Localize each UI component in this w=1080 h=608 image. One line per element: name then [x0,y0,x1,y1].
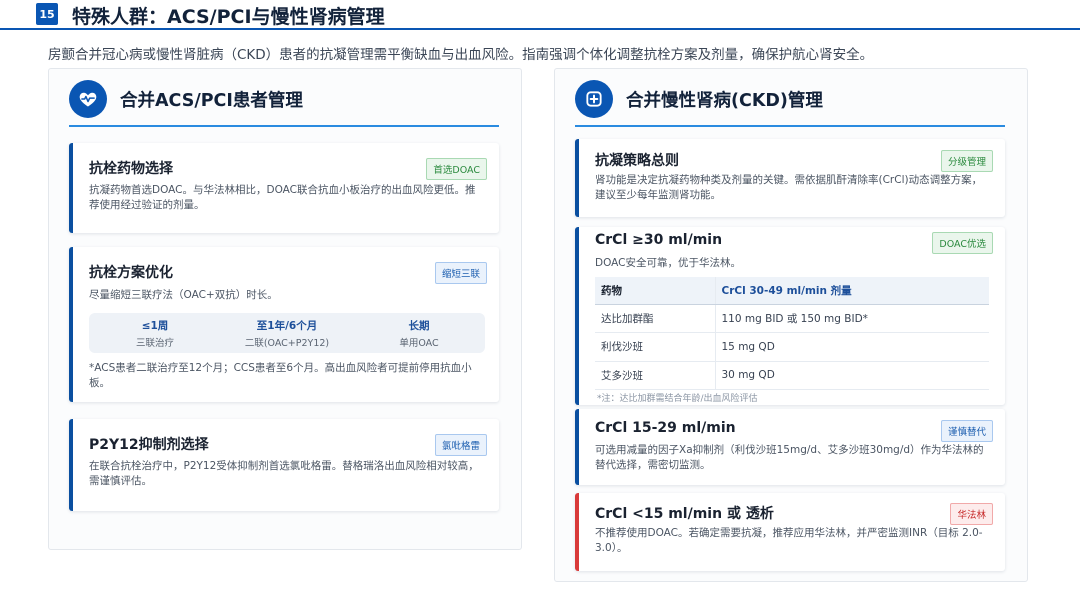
dose-cell: 110 mg BID 或 150 mg BID* [715,304,989,333]
page-number: 15 [36,3,58,25]
timeline-step: 长期 单用OAC [353,313,485,353]
card-text: 不推荐使用DOAC。若确定需要抗凝，推荐应用华法林，并严密监测INR（目标 2.… [595,527,983,554]
card-title: 抗凝策略总则 [595,153,679,169]
status-badge: 首选DOAC [426,158,487,180]
card-text: 可选用减量的因子Xa抑制剂（利伐沙班15mg/d、艾多沙班30mg/d）作为华法… [595,444,984,471]
card-footnote: *ACS患者二联治疗至12个月；CCS患者至6个月。高出血风险者可提前停用抗血小… [89,362,472,389]
column-header: 药物 [595,277,716,305]
slide-subtitle: 房颤合并冠心病或慢性肾脏病（CKD）患者的抗凝管理需平衡缺血与出血风险。指南强调… [48,47,874,63]
table-row: 利伐沙班 15 mg QD [595,332,989,362]
card-text: DOAC安全可靠，优于华法林。 [595,257,741,269]
dose-table: 药物 CrCl 30-49 ml/min 剂量 达比加群酯 110 mg BID… [595,277,989,390]
acs-pci-panel: 合并ACS/PCI患者管理 抗栓药物选择 首选DOAC 抗凝药物首选DOAC。与… [48,68,522,550]
card-text: 在联合抗栓治疗中，P2Y12受体抑制剂首选氯吡格雷。替格瑞洛出血风险相对较高，需… [89,460,479,487]
panel-title: 合并慢性肾病(CKD)管理 [626,90,823,111]
timeline-therapy: 三联治疗 [135,337,174,349]
drug-name-cell: 艾多沙班 [595,361,716,390]
status-badge: 缩短三联 [434,262,487,284]
status-badge: 谨慎替代 [940,420,993,442]
status-badge: 氯吡格雷 [434,434,487,456]
table-header-row: 药物 CrCl 30-49 ml/min 剂量 [595,277,989,305]
dose-cell: 15 mg QD [715,332,989,362]
status-badge: 华法林 [950,503,993,525]
drug-name-cell: 达比加群酯 [595,304,716,333]
panel-title: 合并ACS/PCI患者管理 [120,90,303,111]
card-general-strategy: 抗凝策略总则 分级管理 肾功能是决定抗凝药物种类及剂量的关键。需依据肌酐清除率(… [575,139,1005,217]
card-regimen-optimization: 抗栓方案优化 缩短三联 尽量缩短三联疗法（OAC+双抗）时长。 ≤1周 三联治疗… [69,247,499,402]
card-text: 抗凝药物首选DOAC。与华法林相比，DOAC联合抗血小板治疗的出血风险更低。推荐… [89,184,476,211]
card-title: CrCl <15 ml/min 或 透析 [595,506,774,522]
therapy-timeline: ≤1周 三联治疗 至1年/6个月 二联(OAC+P2Y12) 长期 单用OAC [89,313,485,353]
panel-header: 合并慢性肾病(CKD)管理 [575,79,823,119]
ckd-panel: 合并慢性肾病(CKD)管理 抗凝策略总则 分级管理 肾功能是决定抗凝药物种类及剂… [554,68,1028,582]
card-title: 抗栓方案优化 [89,265,173,281]
card-crcl-15-29: CrCl 15-29 ml/min 谨慎替代 可选用减量的因子Xa抑制剂（利伐沙… [575,409,1005,485]
heart-pulse-icon [69,80,107,118]
timeline-therapy: 二联(OAC+P2Y12) [244,337,330,349]
table-row: 达比加群酯 110 mg BID 或 150 mg BID* [595,304,989,333]
card-text: 肾功能是决定抗凝药物种类及剂量的关键。需依据肌酐清除率(CrCl)动态调整方案，… [595,174,983,201]
status-badge: 分级管理 [940,150,993,172]
card-crcl-below-15: CrCl <15 ml/min 或 透析 华法林 不推荐使用DOAC。若确定需要… [575,493,1005,571]
card-text: 尽量缩短三联疗法（OAC+双抗）时长。 [89,289,278,301]
table-row: 艾多沙班 30 mg QD [595,361,989,390]
column-header: CrCl 30-49 ml/min 剂量 [715,277,989,305]
card-crcl-30-plus: CrCl ≥30 ml/min DOAC优选 DOAC安全可靠，优于华法林。 药… [575,227,1005,405]
card-p2y12-selection: P2Y12抑制剂选择 氯吡格雷 在联合抗栓治疗中，P2Y12受体抑制剂首选氯吡格… [69,419,499,511]
panel-divider [69,125,499,127]
header-divider [0,28,1080,30]
slide-header: 15 特殊人群：ACS/PCI与慢性肾病管理 [0,0,1080,30]
status-badge: DOAC优选 [932,232,993,254]
timeline-duration: 至1年/6个月 [256,319,318,332]
card-title: P2Y12抑制剂选择 [89,437,209,453]
panel-divider [575,125,1005,127]
timeline-step: 至1年/6个月 二联(OAC+P2Y12) [221,313,353,353]
timeline-duration: 长期 [408,319,430,332]
table-footnote: *注：达比加群需结合年龄/出血风险评估 [597,394,758,404]
card-title: CrCl 15-29 ml/min [595,420,736,436]
timeline-therapy: 单用OAC [399,337,439,349]
card-title: CrCl ≥30 ml/min [595,232,723,248]
panel-header: 合并ACS/PCI患者管理 [69,79,303,119]
medical-plus-icon [575,80,613,118]
timeline-step: ≤1周 三联治疗 [89,313,221,353]
dose-cell: 30 mg QD [715,361,989,390]
timeline-duration: ≤1周 [141,319,169,332]
card-drug-selection: 抗栓药物选择 首选DOAC 抗凝药物首选DOAC。与华法林相比，DOAC联合抗血… [69,143,499,233]
card-title: 抗栓药物选择 [89,161,173,177]
page-title: 特殊人群：ACS/PCI与慢性肾病管理 [72,6,385,28]
drug-name-cell: 利伐沙班 [595,332,716,362]
